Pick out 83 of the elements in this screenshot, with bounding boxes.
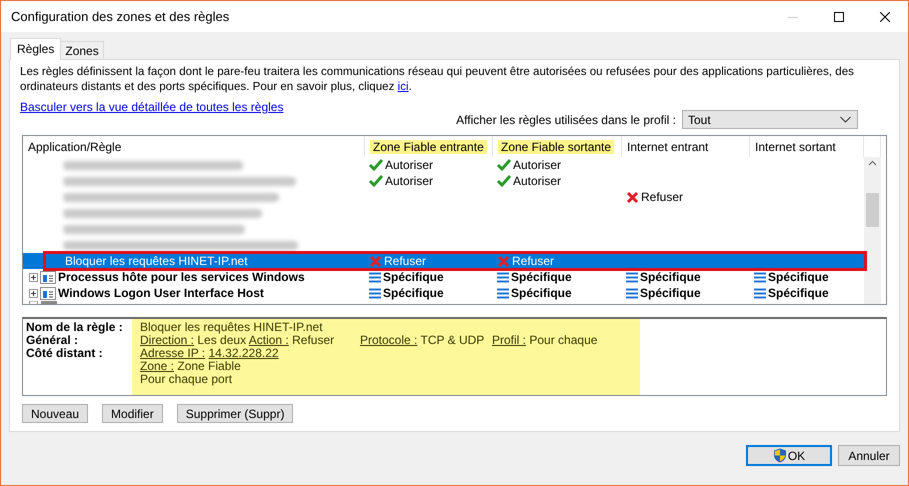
action-value: Autoriser [385,174,434,188]
profile-filter-label: Afficher les règles utilisées dans le profil : [456,112,676,126]
scrollbar[interactable] [864,157,881,304]
field-label: Général : [26,334,80,347]
field-key: Adresse IP : [140,346,206,360]
action-button[interactable]: Supprimer (Suppr) [176,404,294,423]
cross-icon [369,254,382,268]
action-button[interactable]: Nouveau [22,404,88,423]
application-icon [40,270,56,284]
list-icon [626,288,638,298]
column-header[interactable]: Zone Fiable sortante [498,140,614,154]
column-header[interactable]: Internet entrant [627,140,708,154]
check-icon [369,175,383,187]
application-name: Processus hôte pour les services Windows [58,270,305,284]
action-value: Spécifique [768,286,829,300]
list-icon [626,272,638,282]
field-value: Refuser [292,333,334,347]
column-header[interactable]: Zone Fiable entrante [370,140,487,154]
description-text: Les règles définissent la façon dont le pare-feu traitera les communications réseau qui peuvent être autorisées ou refusées pour des applications particulières, des ordinateurs distants et des ports spécifiques. Pour en savoir plus, cliquez ici. [20,64,855,94]
expand-icon[interactable] [29,288,38,298]
list-icon [497,288,509,298]
shield-icon [772,448,787,463]
action-value: Spécifique [640,270,701,284]
field-value: Pour chaque [529,333,598,347]
scrollbar-thumb[interactable] [866,193,879,227]
list-icon [754,288,766,298]
action-value: Spécifique [640,286,701,300]
column-header[interactable]: Internet sortant [755,140,836,154]
list-icon [369,272,381,282]
expand-icon[interactable] [29,272,38,282]
action-value: Refuser [641,190,684,204]
field-value: 14.32.228.22 [208,346,279,360]
check-icon [497,175,511,187]
action-value: Spécifique [768,270,829,284]
maximize-icon[interactable] [834,12,844,22]
chevron-down-icon [840,116,851,123]
list-icon [497,272,509,282]
field-value: Les deux [197,333,246,347]
field-key: Profil : [492,333,526,347]
cross-icon [497,254,510,268]
list-icon [754,272,766,282]
check-icon [497,159,511,171]
field-key: Protocole : [360,333,418,347]
help-link[interactable]: ici [398,80,409,93]
profile-dropdown[interactable]: Tout [682,110,858,129]
action-value: Autoriser [513,174,562,188]
detailed-view-link[interactable]: Basculer vers la vue détaillée de toutes les règles [20,100,284,114]
rule-name-value: Bloquer les requêtes HINET-IP.net [140,320,323,334]
field-key: Zone : [140,359,174,373]
window-title: Configuration des zones et des règles [11,9,230,24]
action-value: Refuser [384,254,426,268]
field-value: Pour chaque port [140,372,232,386]
check-icon [369,159,383,171]
table-row[interactable]: Windows Logon User Interface Host Spécifique Spécifique Spécifique Spécifique [23,285,864,301]
action-value: Autoriser [385,158,434,172]
field-key: Direction : [140,333,194,347]
rule-name: Bloquer les requêtes HINET-IP.net [65,254,248,268]
application-icon [40,286,56,300]
action-value: Spécifique [511,286,572,300]
action-button[interactable]: Modifier [102,404,163,423]
field-key: Action : [248,333,289,347]
field-value: Zone Fiable [177,359,241,373]
column-header[interactable]: Application/Règle [28,140,122,154]
cross-icon [626,190,639,204]
tab[interactable]: Zones [60,41,104,59]
action-value: Spécifique [383,270,444,284]
action-value: Spécifique [383,286,444,300]
dialog-button[interactable]: OK [746,445,832,466]
table-row[interactable]: Autoriser Autoriser [23,173,864,189]
action-value: Spécifique [511,270,572,284]
field-label: Nom de la règle : [26,321,124,334]
action-value: Refuser [512,254,554,268]
dialog-button[interactable]: Annuler [838,445,900,466]
list-icon [369,288,381,298]
table-row[interactable]: Processus hôte pour les services Windows Spécifique Spécifique Spécifique Spécifique [23,269,864,285]
tab[interactable]: Règles [10,38,62,60]
close-icon[interactable] [880,12,890,22]
table-row[interactable]: Autoriser Autoriser [23,157,864,173]
field-label: Côté distant : [26,347,104,360]
field-value: TCP & UDP [420,333,484,347]
application-name: Windows Logon User Interface Host [58,286,264,300]
table-row[interactable]: Refuser [23,189,864,205]
action-value: Autoriser [513,158,562,172]
